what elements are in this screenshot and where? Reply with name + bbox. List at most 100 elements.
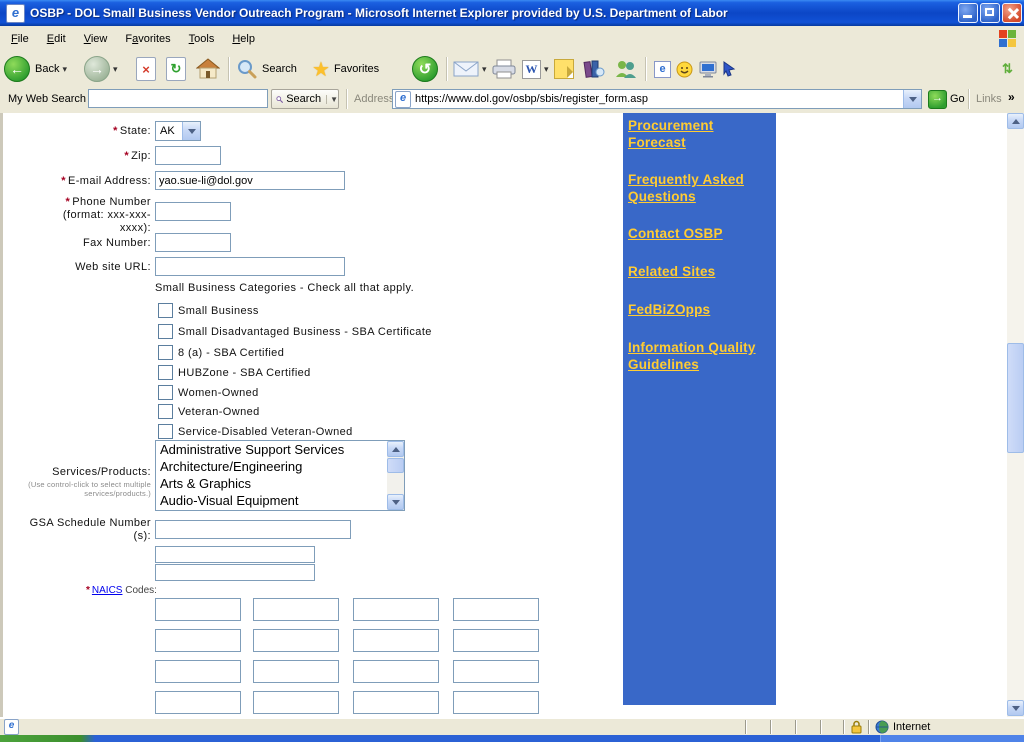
naics-code-input[interactable] xyxy=(353,598,439,621)
websearch-search-button[interactable]: Search ▼ xyxy=(271,89,339,109)
checkbox-veteran-owned[interactable] xyxy=(158,404,173,419)
refresh-button[interactable]: ↻ xyxy=(166,52,186,86)
go-label[interactable]: Go xyxy=(950,93,965,105)
sidebar: Procurement Forecast Frequently Asked Qu… xyxy=(623,113,776,705)
desktop-button[interactable] xyxy=(699,52,717,86)
checkbox-women-owned[interactable] xyxy=(158,385,173,400)
scroll-up-button[interactable] xyxy=(1007,113,1024,129)
close-button[interactable] xyxy=(1002,3,1022,23)
page-scrollbar[interactable] xyxy=(1007,113,1024,717)
home-button[interactable] xyxy=(196,52,220,86)
checkbox-8a-certified[interactable] xyxy=(158,345,173,360)
naics-code-input[interactable] xyxy=(453,660,539,683)
list-option[interactable]: Audio-Visual Equipment xyxy=(156,492,387,509)
refresh-icon: ↻ xyxy=(166,57,186,81)
scroll-down-button[interactable] xyxy=(1007,700,1024,716)
pointer-button[interactable] xyxy=(722,52,736,86)
checkbox-label: HUBZone - SBA Certified xyxy=(178,367,311,379)
links-chevron-icon[interactable]: » xyxy=(1008,90,1015,104)
websearch-input[interactable] xyxy=(88,89,268,108)
checkbox-service-disabled-veteran[interactable] xyxy=(158,424,173,439)
naics-code-input[interactable] xyxy=(353,629,439,652)
sidebar-link-related-sites[interactable]: Related Sites xyxy=(628,263,772,280)
sidebar-link-information-quality[interactable]: Information Quality Guidelines xyxy=(628,339,772,373)
history-button[interactable]: ↺ xyxy=(412,52,438,86)
sidebar-link-faq[interactable]: Frequently Asked Questions xyxy=(628,171,772,205)
list-option[interactable]: Administrative Support Services xyxy=(156,441,387,458)
back-button[interactable]: ← Back ▾ xyxy=(4,52,67,86)
naics-code-input[interactable] xyxy=(155,660,241,683)
menu-favorites[interactable]: Favorites xyxy=(116,29,179,49)
encarta-button[interactable]: e xyxy=(654,52,671,86)
fax-input[interactable] xyxy=(155,233,231,252)
naics-code-input[interactable] xyxy=(453,598,539,621)
stop-button[interactable]: × xyxy=(136,52,156,86)
naics-code-input[interactable] xyxy=(353,691,439,714)
menu-bar: File Edit View Favorites Tools Help xyxy=(0,26,1024,53)
research-button[interactable] xyxy=(583,52,605,86)
scroll-thumb[interactable] xyxy=(1007,343,1024,453)
menu-file[interactable]: File xyxy=(2,29,38,49)
menu-help[interactable]: Help xyxy=(223,29,264,49)
naics-link[interactable]: NAICS xyxy=(92,585,123,596)
start-button-sliver[interactable] xyxy=(0,735,95,742)
list-scroll-down-button[interactable] xyxy=(387,494,404,510)
menu-view[interactable]: View xyxy=(75,29,117,49)
state-select-arrow[interactable] xyxy=(182,122,200,140)
naics-code-input[interactable] xyxy=(155,629,241,652)
sidebar-link-contact-osbp[interactable]: Contact OSBP xyxy=(628,225,772,242)
restore-button[interactable] xyxy=(980,3,1000,23)
back-dropdown-icon[interactable]: ▾ xyxy=(62,64,67,75)
naics-code-input[interactable] xyxy=(155,598,241,621)
category-row: Women-Owned xyxy=(158,385,259,400)
address-input[interactable] xyxy=(415,93,903,105)
state-select[interactable]: AK xyxy=(155,121,201,141)
messenger-button[interactable] xyxy=(614,52,638,86)
zip-input[interactable] xyxy=(155,146,221,165)
word-dropdown-icon[interactable]: ▾ xyxy=(544,64,549,75)
checkbox-small-business[interactable] xyxy=(158,303,173,318)
gsa-schedule-input-2[interactable] xyxy=(155,546,315,563)
list-scroll-up-button[interactable] xyxy=(387,441,404,457)
go-button[interactable]: → xyxy=(928,90,947,109)
favorites-button[interactable]: ★ Favorites xyxy=(312,52,379,86)
checkbox-small-disadvantaged[interactable] xyxy=(158,324,173,339)
search-dropdown-icon[interactable]: ▼ xyxy=(326,95,338,104)
pane-separator xyxy=(820,720,822,734)
toolbar-separator xyxy=(446,57,448,81)
naics-code-input[interactable] xyxy=(253,598,339,621)
website-input[interactable] xyxy=(155,257,345,276)
links-label[interactable]: Links xyxy=(976,93,1002,105)
menu-edit[interactable]: Edit xyxy=(38,29,75,49)
naics-code-input[interactable] xyxy=(453,629,539,652)
naics-code-input[interactable] xyxy=(453,691,539,714)
naics-code-input[interactable] xyxy=(253,629,339,652)
phone-input[interactable] xyxy=(155,202,231,221)
mail-dropdown-icon[interactable]: ▾ xyxy=(482,64,487,75)
discuss-note-button[interactable] xyxy=(554,52,574,86)
search-button[interactable]: Search xyxy=(236,52,297,86)
naics-code-input[interactable] xyxy=(155,691,241,714)
messenger-status-button[interactable] xyxy=(676,52,693,86)
naics-code-input[interactable] xyxy=(253,691,339,714)
menu-tools[interactable]: Tools xyxy=(180,29,224,49)
checkbox-hubzone[interactable] xyxy=(158,365,173,380)
gsa-schedule-input-1[interactable] xyxy=(155,520,351,539)
list-scroll-thumb[interactable] xyxy=(387,458,404,473)
sidebar-link-fedbizopps[interactable]: FedBiZOpps xyxy=(628,301,772,318)
forward-button[interactable]: → ▾ xyxy=(84,52,118,86)
naics-code-input[interactable] xyxy=(253,660,339,683)
naics-code-input[interactable] xyxy=(353,660,439,683)
list-option[interactable]: Arts & Graphics xyxy=(156,475,387,492)
mail-button[interactable]: ▾ xyxy=(453,52,487,86)
toolbar-overflow-chevron[interactable]: ⇅ xyxy=(1002,52,1013,86)
address-dropdown-button[interactable] xyxy=(903,90,921,108)
globe-icon xyxy=(875,720,889,734)
gsa-schedule-input-3[interactable] xyxy=(155,564,315,581)
minimize-button[interactable] xyxy=(958,3,978,23)
edit-with-word-button[interactable]: W ▾ xyxy=(522,52,549,86)
sidebar-link-procurement-forecast[interactable]: Procurement Forecast xyxy=(628,117,772,151)
print-button[interactable] xyxy=(492,52,516,86)
email-input[interactable] xyxy=(155,171,345,190)
list-option[interactable]: Architecture/Engineering xyxy=(156,458,387,475)
